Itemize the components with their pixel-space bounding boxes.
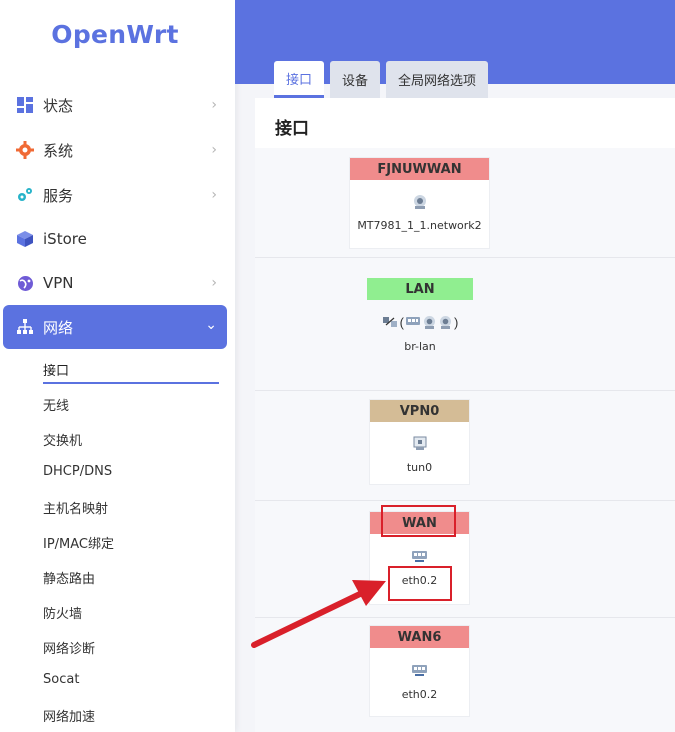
annotation-arrow [251, 580, 386, 648]
